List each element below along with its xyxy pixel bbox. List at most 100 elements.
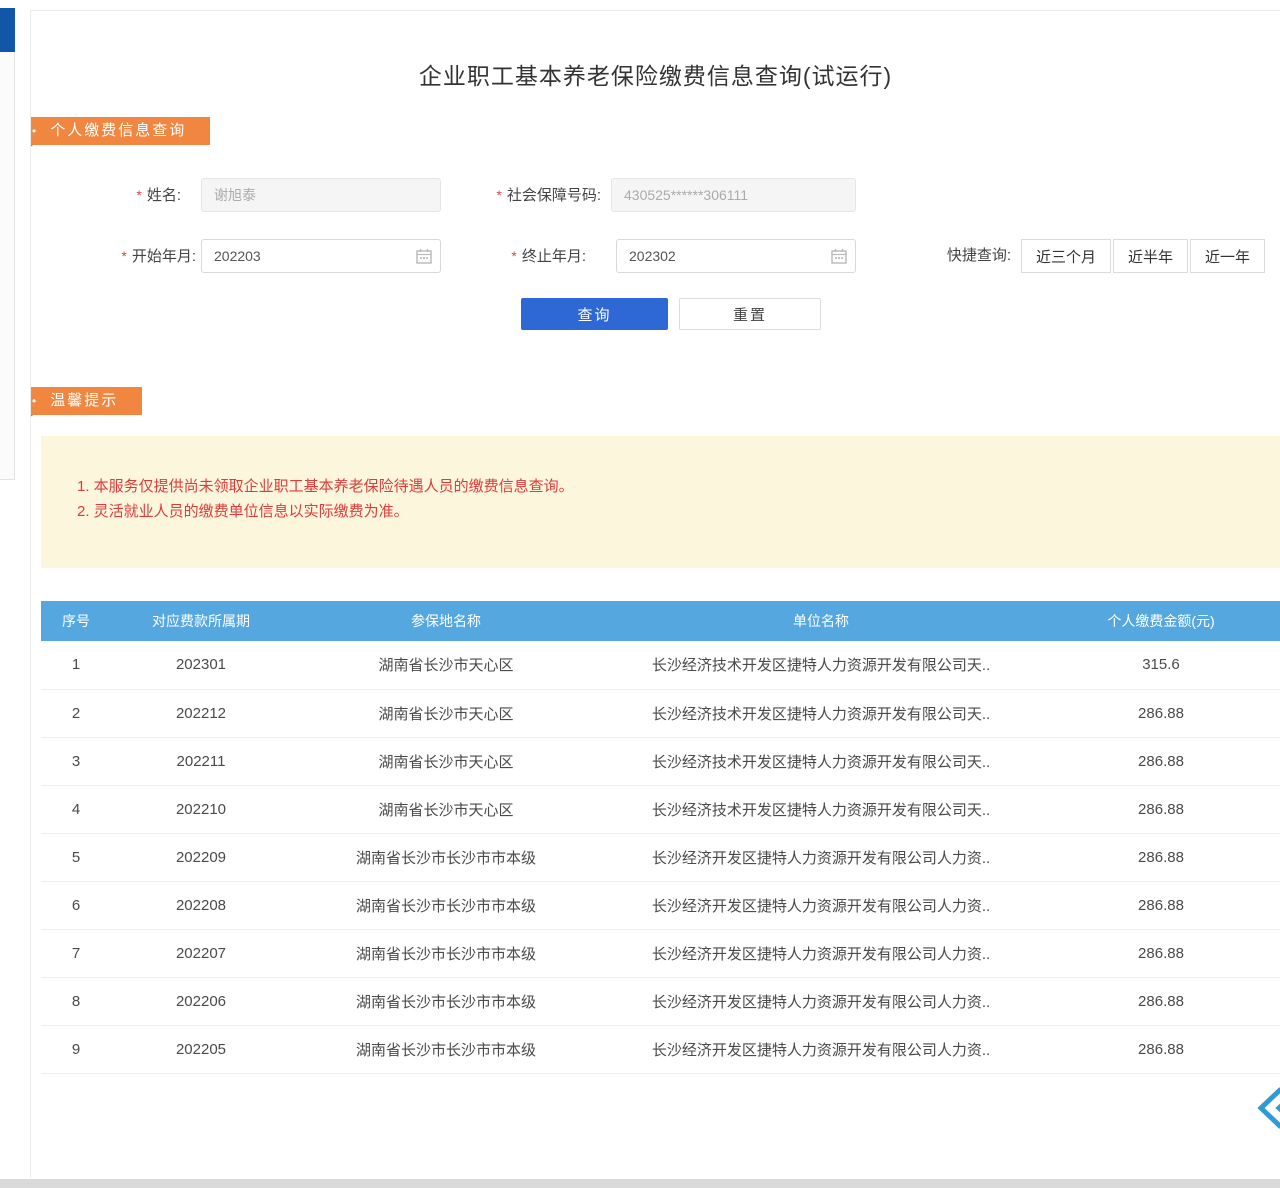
table-cell: 湖南省长沙市长沙市市本级 bbox=[291, 1025, 601, 1073]
table-cell: 长沙经济开发区捷特人力资源开发有限公司人力资.. bbox=[601, 977, 1041, 1025]
main-panel: 企业职工基本养老保险缴费信息查询(试运行) • 个人缴费信息查询 *姓名: *社会… bbox=[30, 10, 1280, 1178]
page-title: 企业职工基本养老保险缴费信息查询(试运行) bbox=[31, 57, 1280, 91]
required-mark: * bbox=[121, 248, 126, 264]
table-body: 1202301湖南省长沙市天心区长沙经济技术开发区捷特人力资源开发有限公司天..… bbox=[41, 641, 1280, 1073]
tips-notice-box: 1. 本服务仅提供尚未领取企业职工基本养老保险待遇人员的缴费信息查询。 2. 灵… bbox=[41, 436, 1280, 568]
quick-last-year-button[interactable]: 近一年 bbox=[1190, 239, 1265, 273]
badge-fold-decoration bbox=[30, 415, 33, 426]
end-month-field-wrap bbox=[616, 239, 856, 273]
table-cell: 202206 bbox=[111, 977, 291, 1025]
table-cell: 湖南省长沙市天心区 bbox=[291, 641, 601, 689]
reset-button[interactable]: 重置 bbox=[679, 298, 821, 330]
start-month-field[interactable] bbox=[201, 239, 441, 273]
table-cell: 7 bbox=[41, 929, 111, 977]
quick-last-half-year-button[interactable]: 近半年 bbox=[1113, 239, 1188, 273]
notice-line: 1. 本服务仅提供尚未领取企业职工基本养老保险待遇人员的缴费信息查询。 bbox=[77, 474, 1261, 499]
section-badge-label: 个人缴费信息查询 bbox=[50, 122, 186, 139]
table-cell: 286.88 bbox=[1041, 1025, 1280, 1073]
table-cell: 2 bbox=[41, 689, 111, 737]
table-row: 4202210湖南省长沙市天心区长沙经济技术开发区捷特人力资源开发有限公司天..… bbox=[41, 785, 1280, 833]
bullet-icon: • bbox=[32, 124, 36, 138]
table-cell: 湖南省长沙市长沙市市本级 bbox=[291, 929, 601, 977]
table-cell: 长沙经济开发区捷特人力资源开发有限公司人力资.. bbox=[601, 1025, 1041, 1073]
column-header-amount: 个人缴费金额(元) bbox=[1041, 601, 1280, 641]
table-cell: 3 bbox=[41, 737, 111, 785]
table-cell: 202209 bbox=[111, 833, 291, 881]
table-row: 2202212湖南省长沙市天心区长沙经济技术开发区捷特人力资源开发有限公司天..… bbox=[41, 689, 1280, 737]
section-badge-tips: • 温馨提示 bbox=[30, 387, 142, 415]
name-label: *姓名: bbox=[86, 178, 181, 212]
quick-last-3-months-button[interactable]: 近三个月 bbox=[1021, 239, 1111, 273]
table-cell: 1 bbox=[41, 641, 111, 689]
table-cell: 长沙经济开发区捷特人力资源开发有限公司人力资.. bbox=[601, 881, 1041, 929]
table-row: 5202209湖南省长沙市长沙市市本级长沙经济开发区捷特人力资源开发有限公司人力… bbox=[41, 833, 1280, 881]
table-row: 3202211湖南省长沙市天心区长沙经济技术开发区捷特人力资源开发有限公司天..… bbox=[41, 737, 1280, 785]
table-cell: 4 bbox=[41, 785, 111, 833]
table-row: 7202207湖南省长沙市长沙市市本级长沙经济开发区捷特人力资源开发有限公司人力… bbox=[41, 929, 1280, 977]
table-cell: 286.88 bbox=[1041, 977, 1280, 1025]
calendar-icon[interactable] bbox=[831, 248, 847, 264]
table-row: 6202208湖南省长沙市长沙市市本级长沙经济开发区捷特人力资源开发有限公司人力… bbox=[41, 881, 1280, 929]
table-cell: 202212 bbox=[111, 689, 291, 737]
query-button[interactable]: 查询 bbox=[521, 298, 668, 330]
table-cell: 长沙经济技术开发区捷特人力资源开发有限公司天.. bbox=[601, 737, 1041, 785]
name-field-wrap bbox=[201, 178, 441, 212]
table-cell: 8 bbox=[41, 977, 111, 1025]
bottom-scrollbar-strip[interactable] bbox=[0, 1179, 1280, 1188]
column-header-employer: 单位名称 bbox=[601, 601, 1041, 641]
column-header-period: 对应费款所属期 bbox=[111, 601, 291, 641]
table-cell: 湖南省长沙市长沙市市本级 bbox=[291, 977, 601, 1025]
table-cell: 202205 bbox=[111, 1025, 291, 1073]
table-header-row: 序号 对应费款所属期 参保地名称 单位名称 个人缴费金额(元) bbox=[41, 601, 1280, 641]
table-cell: 202301 bbox=[111, 641, 291, 689]
table-cell: 202210 bbox=[111, 785, 291, 833]
calendar-icon[interactable] bbox=[416, 248, 432, 264]
section-badge-personal-query: • 个人缴费信息查询 bbox=[30, 117, 210, 145]
table-cell: 9 bbox=[41, 1025, 111, 1073]
badge-fold-decoration bbox=[30, 145, 33, 156]
table-cell: 湖南省长沙市天心区 bbox=[291, 689, 601, 737]
payment-table-wrap: 序号 对应费款所属期 参保地名称 单位名称 个人缴费金额(元) 1202301湖… bbox=[41, 601, 1280, 1074]
corner-tab bbox=[0, 8, 15, 52]
table-cell: 286.88 bbox=[1041, 833, 1280, 881]
table-cell: 315.6 bbox=[1041, 641, 1280, 689]
end-month-label: *终止年月: bbox=[461, 239, 586, 273]
required-mark: * bbox=[136, 187, 141, 203]
left-sidebar-strip bbox=[0, 52, 15, 480]
column-header-insured-place: 参保地名称 bbox=[291, 601, 601, 641]
table-row: 9202205湖南省长沙市长沙市市本级长沙经济开发区捷特人力资源开发有限公司人力… bbox=[41, 1025, 1280, 1073]
name-field bbox=[201, 178, 441, 212]
table-cell: 长沙经济技术开发区捷特人力资源开发有限公司天.. bbox=[601, 641, 1041, 689]
table-cell: 湖南省长沙市长沙市市本级 bbox=[291, 833, 601, 881]
table-cell: 长沙经济技术开发区捷特人力资源开发有限公司天.. bbox=[601, 689, 1041, 737]
table-cell: 6 bbox=[41, 881, 111, 929]
end-month-field[interactable] bbox=[616, 239, 856, 273]
section-badge-label: 温馨提示 bbox=[50, 392, 118, 409]
table-cell: 5 bbox=[41, 833, 111, 881]
table-cell: 286.88 bbox=[1041, 737, 1280, 785]
start-month-field-wrap bbox=[201, 239, 441, 273]
table-cell: 长沙经济开发区捷特人力资源开发有限公司人力资.. bbox=[601, 929, 1041, 977]
table-cell: 202208 bbox=[111, 881, 291, 929]
notice-line: 2. 灵活就业人员的缴费单位信息以实际缴费为准。 bbox=[77, 499, 1261, 524]
table-cell: 湖南省长沙市长沙市市本级 bbox=[291, 881, 601, 929]
table-cell: 202207 bbox=[111, 929, 291, 977]
table-row: 1202301湖南省长沙市天心区长沙经济技术开发区捷特人力资源开发有限公司天..… bbox=[41, 641, 1280, 689]
table-cell: 202211 bbox=[111, 737, 291, 785]
table-cell: 湖南省长沙市天心区 bbox=[291, 785, 601, 833]
ssn-field bbox=[611, 178, 856, 212]
table-cell: 长沙经济开发区捷特人力资源开发有限公司人力资.. bbox=[601, 833, 1041, 881]
start-month-label: *开始年月: bbox=[86, 239, 196, 273]
table-cell: 湖南省长沙市天心区 bbox=[291, 737, 601, 785]
table-cell: 286.88 bbox=[1041, 689, 1280, 737]
ssn-field-wrap bbox=[611, 178, 856, 212]
table-cell: 286.88 bbox=[1041, 785, 1280, 833]
ssn-label: *社会保障号码: bbox=[446, 178, 601, 212]
double-chevron-left-icon[interactable] bbox=[1254, 1086, 1280, 1130]
quick-query-group: 近三个月 近半年 近一年 bbox=[1021, 239, 1265, 273]
bullet-icon: • bbox=[32, 394, 36, 408]
column-header-seq: 序号 bbox=[41, 601, 111, 641]
table-row: 8202206湖南省长沙市长沙市市本级长沙经济开发区捷特人力资源开发有限公司人力… bbox=[41, 977, 1280, 1025]
table-cell: 286.88 bbox=[1041, 929, 1280, 977]
table-cell: 长沙经济技术开发区捷特人力资源开发有限公司天.. bbox=[601, 785, 1041, 833]
